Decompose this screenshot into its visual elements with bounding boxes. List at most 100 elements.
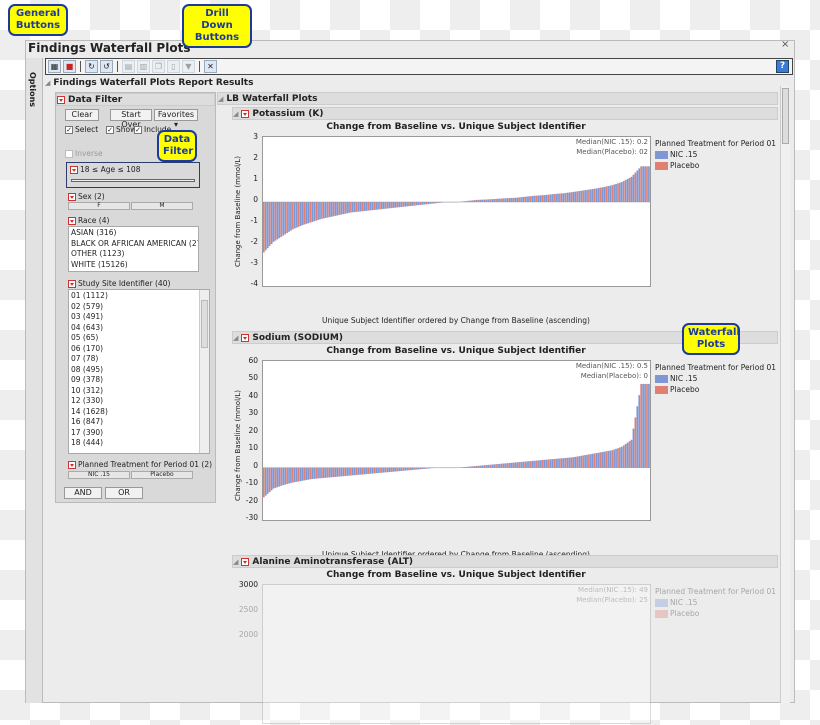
red-triangle-menu-icon[interactable]	[57, 96, 65, 104]
red-triangle-menu-icon[interactable]	[68, 461, 76, 469]
waterfall-bar	[607, 451, 609, 468]
list-item[interactable]: 10 (312)	[71, 386, 207, 397]
favorites-dropdown[interactable]: Favorites ▾	[154, 109, 198, 121]
waterfall-bar	[633, 429, 635, 468]
waterfall-bar	[478, 200, 480, 202]
age-range-slider[interactable]	[71, 179, 195, 182]
and-button[interactable]: AND	[64, 487, 102, 499]
options-tab[interactable]: Options	[26, 58, 43, 703]
report-header[interactable]: ◢Findings Waterfall Plots Report Results	[45, 78, 253, 88]
list-item[interactable]: 14 (1628)	[71, 407, 207, 418]
list-item[interactable]: ASIAN (316)	[71, 228, 196, 239]
waterfall-bar	[536, 461, 538, 468]
waterfall-bar	[580, 191, 582, 202]
sex-m-button[interactable]: M	[131, 202, 193, 210]
waterfall-bar	[383, 202, 385, 209]
red-triangle-menu-icon[interactable]	[68, 217, 76, 225]
refresh-icon[interactable]: ↻	[85, 60, 98, 73]
document-icon[interactable]: ▯	[167, 60, 180, 73]
waterfall-bar	[646, 384, 648, 468]
waterfall-bar	[594, 189, 596, 202]
list-item[interactable]: WHITE (15126)	[71, 260, 196, 271]
disclosure-icon[interactable]: ◢	[233, 558, 238, 566]
waterfall-bar	[313, 202, 315, 221]
waterfall-bar	[575, 457, 577, 468]
waterfall-bar	[474, 200, 476, 202]
red-triangle-menu-icon[interactable]	[241, 110, 249, 118]
plot-area	[262, 584, 651, 724]
sex-filter-title: Sex (2)	[78, 192, 105, 201]
disclosure-icon[interactable]: ◢	[233, 334, 238, 342]
lb-waterfall-header[interactable]: ◢LB Waterfall Plots	[217, 92, 778, 105]
list-item[interactable]: 09 (378)	[71, 375, 207, 386]
red-triangle-menu-icon[interactable]	[68, 280, 76, 288]
waterfall-bar	[337, 202, 339, 215]
treatment-placebo-button[interactable]: Placebo	[131, 471, 193, 479]
help-button[interactable]: ?	[776, 60, 789, 73]
waterfall-bar	[358, 202, 360, 212]
data-filter-header[interactable]: Data Filter	[56, 93, 215, 106]
waterfall-bar	[516, 462, 518, 467]
age-range-label: 18 ≤ Age ≤ 108	[80, 165, 140, 174]
tools-icon[interactable]: ✕	[204, 60, 217, 73]
waterfall-bar	[319, 468, 321, 479]
list-item[interactable]: 04 (643)	[71, 323, 207, 334]
list-item[interactable]: BLACK OR AFRICAN AMERICAN (2714	[71, 239, 196, 250]
main-scrollbar[interactable]	[780, 86, 790, 703]
patient-narrative-icon[interactable]: ▥	[137, 60, 150, 73]
disclosure-icon[interactable]: ◢	[218, 95, 223, 103]
list-item[interactable]: 03 (491)	[71, 312, 207, 323]
section-title: Alanine Aminotransferase (ALT)	[252, 557, 413, 567]
copy-icon[interactable]: ❐	[152, 60, 165, 73]
waterfall-bar	[540, 195, 542, 202]
red-triangle-menu-icon[interactable]	[241, 558, 249, 566]
section-header[interactable]: ◢Potassium (K)	[232, 107, 778, 120]
list-item[interactable]: 02 (579)	[71, 302, 207, 313]
list-item[interactable]: OTHER (1123)	[71, 249, 196, 260]
waterfall-bar	[375, 468, 377, 474]
scrollbar-thumb[interactable]	[201, 300, 208, 348]
start-over-button[interactable]: Start Over	[110, 109, 152, 121]
list-item[interactable]: 07 (78)	[71, 354, 207, 365]
list-item[interactable]: 08 (495)	[71, 365, 207, 376]
close-button[interactable]: ×	[781, 39, 789, 50]
list-item[interactable]: 05 (65)	[71, 333, 207, 344]
treatment-nic-button[interactable]: NIC .15	[68, 471, 130, 479]
sex-f-button[interactable]: F	[68, 202, 130, 210]
list-item[interactable]: 12 (330)	[71, 396, 207, 407]
export-icon[interactable]: ■	[63, 60, 76, 73]
disclosure-icon[interactable]: ◢	[45, 79, 50, 87]
waterfall-bar	[553, 459, 555, 468]
y-tick-label: 3	[238, 132, 258, 141]
scrollbar-thumb[interactable]	[782, 88, 789, 144]
refresh-all-icon[interactable]: ↺	[100, 60, 113, 73]
site-list-scrollbar[interactable]	[199, 290, 209, 453]
list-item[interactable]: 01 (1112)	[71, 291, 207, 302]
report-icon[interactable]: ▦	[48, 60, 61, 73]
waterfall-bar	[398, 202, 400, 207]
subject-profile-icon[interactable]: ▤	[122, 60, 135, 73]
waterfall-bar	[590, 454, 592, 468]
list-item[interactable]: 18 (444)	[71, 438, 207, 449]
waterfall-bar	[526, 461, 528, 467]
waterfall-bar	[604, 452, 606, 468]
waterfall-bar	[292, 468, 294, 483]
list-item[interactable]: 06 (170)	[71, 344, 207, 355]
list-item[interactable]: 17 (390)	[71, 428, 207, 439]
red-triangle-menu-icon[interactable]	[68, 193, 76, 201]
inverse-checkbox[interactable]: Inverse	[65, 149, 103, 158]
list-item[interactable]: 16 (847)	[71, 417, 207, 428]
select-checkbox[interactable]: ✓Select	[65, 125, 98, 134]
filter-icon[interactable]: ▼	[182, 60, 195, 73]
disclosure-icon[interactable]: ◢	[233, 110, 238, 118]
clear-button[interactable]: Clear	[65, 109, 99, 121]
red-triangle-menu-icon[interactable]	[70, 166, 78, 174]
show-checkbox[interactable]: ✓Show	[106, 125, 136, 134]
waterfall-bar	[309, 468, 311, 480]
red-triangle-menu-icon[interactable]	[241, 334, 249, 342]
waterfall-bar	[395, 202, 397, 208]
y-axis-label: Change from Baseline (mmol/L)	[234, 156, 242, 267]
waterfall-bar	[484, 465, 486, 467]
section-header[interactable]: ◢ Alanine Aminotransferase (ALT)	[232, 555, 778, 568]
or-button[interactable]: OR	[105, 487, 143, 499]
